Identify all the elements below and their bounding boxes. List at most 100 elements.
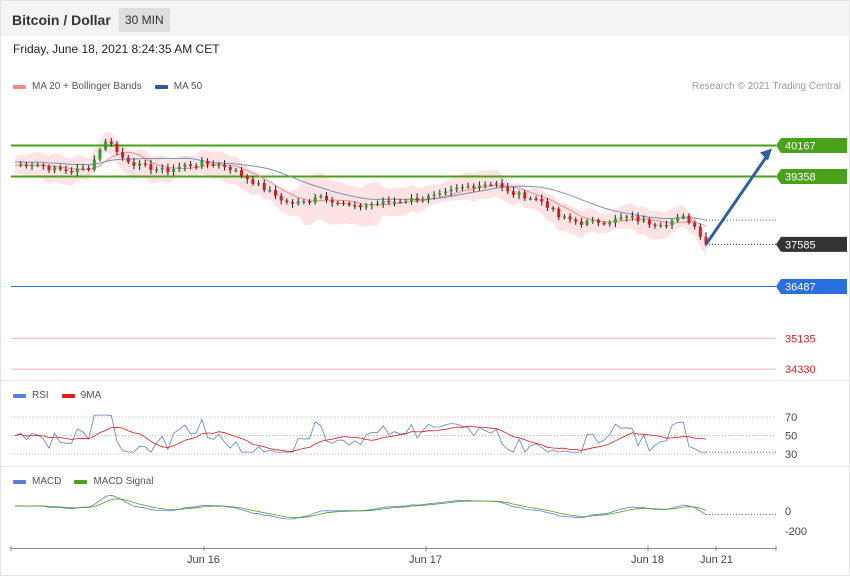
candle-body	[126, 157, 130, 163]
candle-body	[687, 215, 691, 223]
chart-canvas: 40167 39358 37585 36487 35135 34330 70 50 30 0 -20…	[1, 131, 849, 551]
candle-body	[404, 201, 408, 203]
candle-body	[421, 198, 425, 201]
candle-body	[194, 165, 198, 168]
level-value-label: 35135	[785, 333, 816, 345]
candle-body	[494, 183, 498, 185]
candle-body	[517, 192, 521, 195]
candle-body	[104, 141, 108, 150]
candle-body	[223, 164, 227, 167]
candle-body	[245, 175, 249, 180]
level-value-label: 39358	[785, 171, 816, 183]
candle-body	[460, 186, 464, 189]
candle-body	[319, 195, 323, 198]
candle-body	[279, 195, 283, 201]
candle-body	[81, 167, 85, 170]
candle-body	[602, 222, 606, 225]
candle-body	[449, 189, 453, 192]
candle-body	[596, 219, 600, 223]
candle-body	[636, 216, 640, 222]
candle-body	[262, 182, 266, 191]
candle-body	[432, 194, 436, 197]
candle-body	[483, 184, 487, 186]
candle-body	[240, 169, 244, 176]
candle-body	[500, 183, 504, 188]
candle-body	[149, 164, 153, 171]
candle-body	[330, 200, 334, 203]
candle-body	[217, 164, 221, 167]
candle-body	[443, 191, 447, 194]
candle-body	[506, 187, 510, 192]
candle-body	[87, 167, 91, 170]
macd-signal-line	[14, 498, 707, 519]
candle-body	[387, 200, 391, 203]
candle-body	[183, 164, 187, 167]
candle-body	[568, 216, 572, 220]
candle-body	[313, 197, 317, 203]
candle-body	[155, 169, 159, 171]
candle-body	[359, 205, 362, 208]
candle-body	[540, 198, 544, 202]
candle-body	[47, 166, 51, 171]
candle-body	[302, 201, 306, 203]
x-tick-label: Jun 16	[187, 554, 221, 566]
candle-body	[670, 220, 674, 226]
rsi-tick-label: 70	[785, 412, 797, 424]
rsi-tick-label: 30	[785, 449, 797, 461]
candle-body	[228, 166, 232, 171]
candle-body	[370, 204, 374, 206]
candle-body	[92, 159, 96, 170]
level-value-label: 37585	[785, 239, 816, 251]
candle-body	[347, 203, 351, 205]
candle-body	[426, 195, 430, 199]
candle-body	[177, 166, 181, 170]
rsi-line	[14, 414, 706, 453]
candle-body	[342, 202, 346, 205]
candle-body	[477, 185, 481, 188]
candle-body	[53, 167, 57, 171]
projection-arrow	[704, 153, 770, 246]
candle-body	[70, 170, 74, 173]
candle-body	[172, 169, 176, 173]
candle-body	[75, 168, 79, 173]
candle-body	[41, 164, 45, 167]
rsi-9ma-line	[14, 425, 707, 452]
candle-body	[274, 190, 278, 196]
bollinger-band	[15, 131, 706, 256]
candle-body	[664, 225, 668, 227]
candle-body	[591, 219, 595, 222]
candle-body	[138, 163, 142, 166]
candle-body	[551, 207, 555, 210]
candle-body	[398, 201, 402, 204]
candle-body	[375, 203, 379, 206]
candle-body	[392, 201, 396, 204]
candle-body	[24, 164, 28, 167]
candle-body	[251, 179, 255, 185]
candle-body	[234, 169, 238, 172]
candle-body	[472, 186, 476, 188]
level-value-label: 34330	[785, 364, 816, 376]
candle-body	[562, 216, 566, 218]
candle-body	[438, 193, 442, 195]
candle-body	[415, 197, 419, 201]
candle-body	[291, 201, 295, 204]
candle-body	[364, 205, 368, 208]
level-value-label: 40167	[785, 141, 816, 153]
candle-body	[325, 195, 329, 201]
rsi-tick-label: 50	[785, 431, 797, 443]
candle-body	[585, 220, 589, 225]
candle-body	[109, 141, 113, 144]
candle-body	[206, 160, 210, 165]
candle-body	[132, 162, 136, 166]
macd-tick-label: 0	[785, 506, 791, 518]
candle-body	[143, 163, 147, 165]
candle-body	[489, 184, 493, 186]
candle-body	[268, 190, 272, 192]
candle-body	[58, 167, 62, 170]
candle-body	[511, 191, 515, 195]
candle-body	[308, 201, 312, 203]
candle-body	[257, 182, 261, 185]
candle-body	[653, 224, 657, 227]
candle-body	[64, 169, 68, 171]
candle-body	[211, 164, 215, 166]
